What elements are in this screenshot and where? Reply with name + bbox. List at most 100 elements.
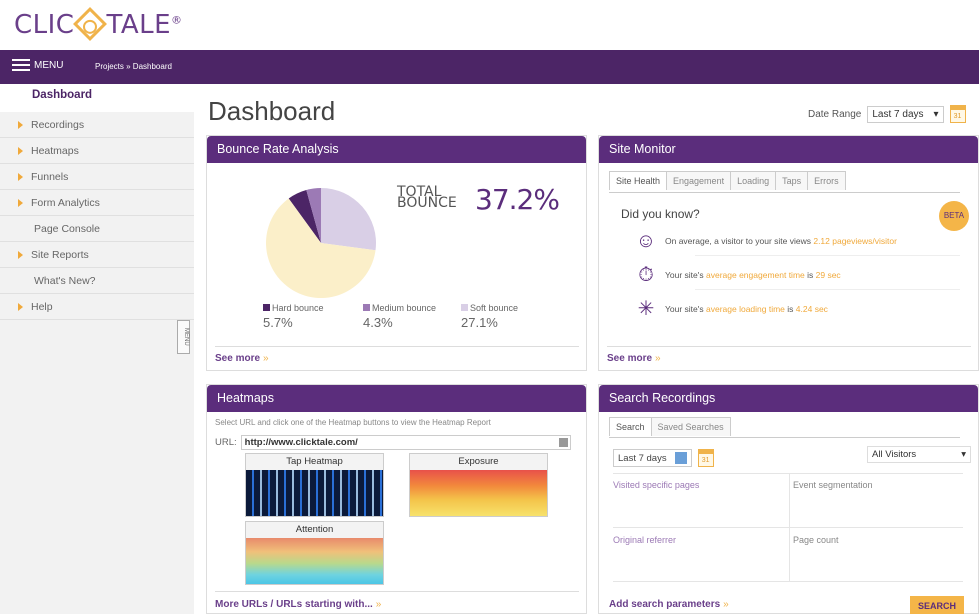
sidebar-item-label: Dashboard — [32, 89, 93, 101]
url-label: URL: — [215, 437, 237, 448]
stat-text: is — [784, 304, 796, 314]
attention-button[interactable]: Attention — [245, 521, 384, 585]
tab-search[interactable]: Search — [609, 417, 652, 436]
legend-label: Medium bounce — [372, 303, 437, 313]
total-bounce-value: 37.2% — [475, 183, 560, 216]
pie-slice-soft — [321, 188, 376, 251]
visitors-select[interactable]: All Visitors ▾ — [867, 446, 971, 463]
sidebar-collapse-tab[interactable]: MENU — [177, 320, 190, 354]
logo-diamond-icon — [73, 7, 108, 41]
legend-label: Hard bounce — [272, 303, 324, 313]
hamburger-icon — [12, 59, 30, 71]
panel-title: Heatmaps — [207, 385, 586, 412]
visitors-value: All Visitors — [872, 449, 917, 460]
logo-text-prefix: CLIC — [14, 10, 75, 40]
legend-soft-bounce: Soft bounce 27.1% — [461, 303, 518, 330]
legend-value: 27.1% — [461, 315, 498, 330]
total-bounce-label: TOTAL BOUNCE — [397, 185, 457, 210]
arrow-right-icon — [18, 199, 23, 207]
more-urls-link[interactable]: More URLs / URLs starting with...» — [215, 599, 381, 610]
stat-pageviews: ☺ On average, a visitor to your site vie… — [635, 229, 897, 253]
tab-saved-searches[interactable]: Saved Searches — [650, 417, 731, 436]
legend-swatch — [461, 304, 468, 311]
tab-loading[interactable]: Loading — [730, 171, 777, 190]
bounce-see-more-link[interactable]: See more» — [215, 353, 269, 364]
menu-button[interactable]: MENU — [12, 59, 63, 71]
sidebar-item-funnels[interactable]: Funnels — [0, 164, 194, 190]
logo-registered-mark: ® — [171, 13, 183, 27]
chevron-right-icon: » — [263, 353, 269, 364]
criteria-original-referrer[interactable]: Original referrer — [613, 535, 676, 545]
breadcrumb[interactable]: Projects » Dashboard — [95, 62, 172, 71]
chevron-down-icon: ▾ — [933, 108, 939, 120]
add-params-text: Add search parameters — [609, 599, 721, 610]
site-monitor-tabs: Site Health Engagement Loading Taps Erro… — [609, 171, 846, 190]
legend-label: Soft bounce — [470, 303, 519, 313]
search-button[interactable]: SEARCH — [910, 596, 964, 614]
criteria-page-count[interactable]: Page count — [793, 535, 839, 545]
tap-heatmap-button[interactable]: Tap Heatmap — [245, 453, 384, 517]
sidebar-item-heatmaps[interactable]: Heatmaps — [0, 138, 194, 164]
period-value: Last 7 days — [618, 452, 667, 464]
tap-heatmap-thumbnail — [246, 470, 383, 516]
stat-highlight[interactable]: average engagement time — [706, 270, 805, 280]
legend-medium-bounce: Medium bounce 4.3% — [363, 303, 436, 330]
site-monitor-panel: Site Monitor Site Health Engagement Load… — [598, 135, 979, 371]
stat-text: On average, a visitor to your site views — [665, 236, 814, 246]
url-input[interactable]: http://www.clicktale.com/ — [240, 435, 571, 450]
bounce-pie-chart — [266, 188, 376, 298]
stat-highlight[interactable]: 2.12 pageviews/visitor — [813, 236, 897, 246]
stat-text: Your site's — [665, 270, 706, 280]
sidebar-item-dashboard[interactable]: Dashboard — [0, 84, 194, 112]
sidebar-item-help[interactable]: Help — [0, 294, 194, 320]
card-caption: Attention — [246, 522, 383, 538]
sidebar-item-page-console[interactable]: Page Console — [0, 216, 194, 242]
stat-highlight[interactable]: average loading time — [706, 304, 785, 314]
tab-engagement[interactable]: Engagement — [666, 171, 732, 190]
date-range: Date Range Last 7 days ▾ 31 — [808, 105, 966, 123]
sidebar: Dashboard Recordings Heatmaps Funnels Fo… — [0, 84, 194, 614]
tab-site-health[interactable]: Site Health — [609, 171, 668, 190]
site-monitor-see-more-link[interactable]: See more» — [607, 353, 661, 364]
sidebar-item-form-analytics[interactable]: Form Analytics — [0, 190, 194, 216]
legend-hard-bounce: Hard bounce 5.7% — [263, 303, 324, 330]
chevron-down-icon — [674, 452, 687, 464]
date-range-select[interactable]: Last 7 days ▾ — [867, 105, 944, 123]
exposure-button[interactable]: Exposure — [409, 453, 548, 517]
sidebar-item-label: Help — [31, 301, 53, 313]
sidebar-item-label: What's New? — [34, 275, 96, 287]
date-range-value: Last 7 days — [872, 108, 924, 120]
period-select[interactable]: Last 7 days — [613, 449, 692, 467]
legend-swatch — [363, 304, 370, 311]
sidebar-item-whats-new[interactable]: What's New? — [0, 268, 194, 294]
sidebar-item-label: Recordings — [31, 119, 85, 131]
arrow-right-icon — [18, 173, 23, 181]
calendar-icon[interactable]: 31 — [949, 105, 966, 123]
see-more-text: See more — [607, 353, 653, 364]
logo-bar: CLIC TALE® — [0, 0, 979, 50]
arrow-right-icon — [18, 147, 23, 155]
tab-errors[interactable]: Errors — [807, 171, 846, 190]
add-search-parameters-link[interactable]: Add search parameters» — [609, 599, 729, 610]
criteria-visited-pages[interactable]: Visited specific pages — [613, 480, 699, 490]
pie-slices — [266, 188, 376, 298]
sidebar-item-label: Heatmaps — [31, 145, 79, 157]
panel-title: Site Monitor — [599, 136, 978, 163]
logo-text-suffix: TALE — [106, 10, 172, 40]
calendar-icon[interactable]: 31 — [697, 449, 714, 467]
chevron-right-icon: » — [375, 599, 382, 610]
sidebar-item-label: Page Console — [34, 223, 100, 235]
search-recordings-panel: Search Recordings Search Saved Searches … — [598, 384, 979, 614]
sidebar-item-recordings[interactable]: Recordings — [0, 112, 194, 138]
heatmaps-panel: Heatmaps Select URL and click one of the… — [206, 384, 587, 614]
sidebar-item-site-reports[interactable]: Site Reports — [0, 242, 194, 268]
clicktale-logo[interactable]: CLIC TALE® — [14, 7, 183, 41]
tab-taps[interactable]: Taps — [775, 171, 809, 190]
sidebar-item-label: Funnels — [31, 171, 69, 183]
attention-thumbnail — [246, 538, 383, 584]
stat-text: Your site's — [665, 304, 706, 314]
arrow-right-icon — [18, 121, 23, 129]
date-range-label: Date Range — [808, 108, 862, 120]
criteria-event-segmentation[interactable]: Event segmentation — [793, 480, 873, 490]
see-more-text: See more — [215, 353, 261, 364]
